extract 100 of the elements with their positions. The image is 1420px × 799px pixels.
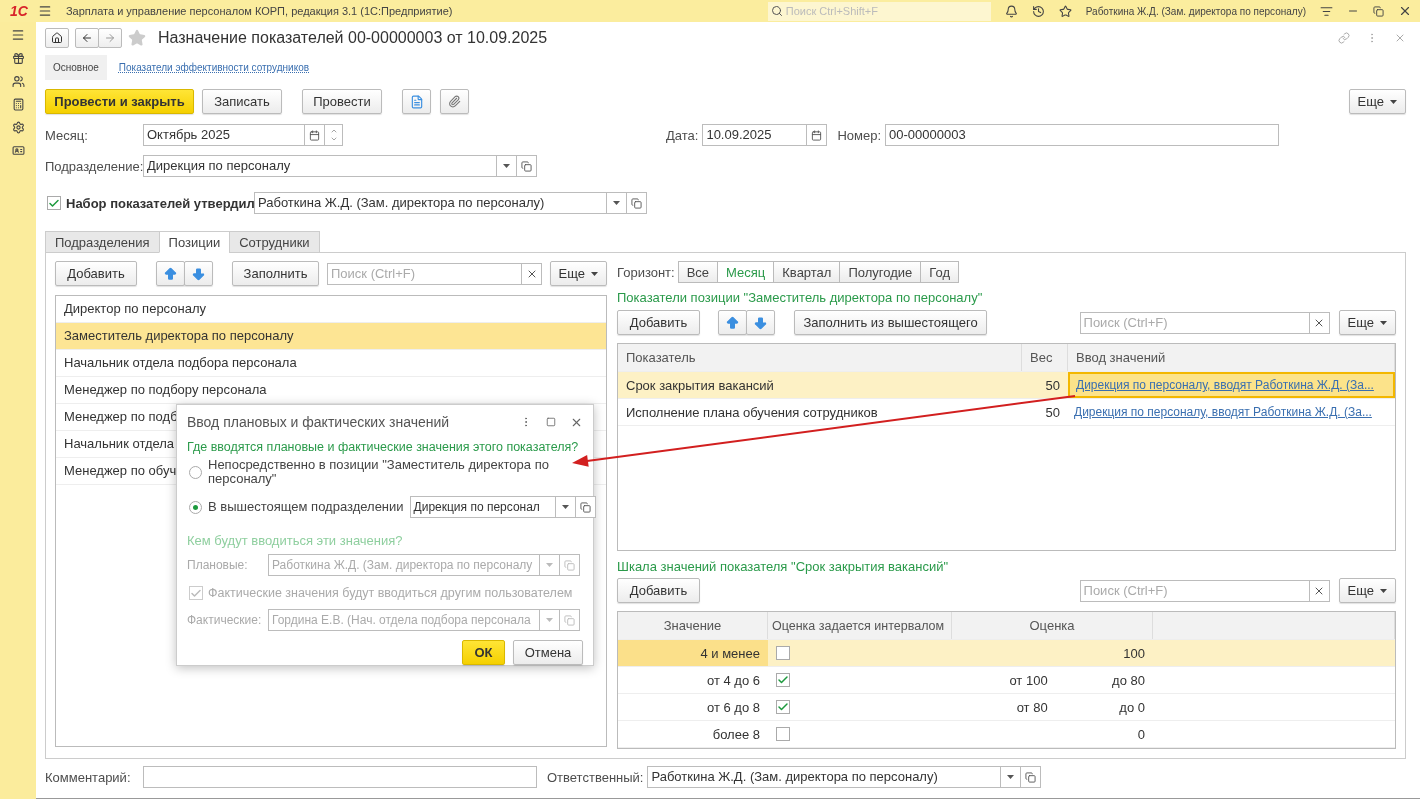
back-button[interactable] <box>75 28 99 48</box>
comment-field[interactable] <box>143 766 537 788</box>
cancel-button[interactable]: Отмена <box>513 640 583 665</box>
section-link[interactable]: Показатели эффективности сотрудников <box>110 55 317 80</box>
command-button[interactable]: Провести <box>302 89 382 114</box>
menu-icon[interactable] <box>37 4 52 18</box>
move-up-button[interactable] <box>156 261 185 286</box>
open-button[interactable] <box>560 609 580 631</box>
gift-icon[interactable] <box>11 52 25 65</box>
bell-icon[interactable] <box>1004 4 1018 18</box>
dropdown-button[interactable] <box>607 192 627 214</box>
date-field[interactable]: 10.09.2025 <box>702 124 808 146</box>
more-button[interactable]: Еще <box>1348 89 1406 114</box>
dropdown-caret-icon <box>503 164 510 168</box>
link-icon[interactable] <box>1338 32 1350 44</box>
users-icon[interactable] <box>11 75 25 88</box>
department-field[interactable]: Дирекция по персоналу <box>143 155 497 177</box>
maximize-icon[interactable] <box>546 417 556 427</box>
checkbox-label: Набор показателей утвердил <box>66 195 254 211</box>
approver-field[interactable]: Работкина Ж.Д. (Зам. директора по персоналу) <box>254 192 607 214</box>
calculator-icon[interactable] <box>11 98 25 111</box>
table-cell[interactable]: Дирекция по персоналу, вводят Работкина Ж.Д. (За... <box>1068 372 1395 398</box>
table-cell-text: от 80 до 0 <box>1015 698 1146 717</box>
forward-button[interactable] <box>98 28 122 48</box>
dropdown-button[interactable] <box>1001 766 1022 788</box>
list-item[interactable]: Заместитель директора по персоналу <box>56 323 606 350</box>
horizon-option[interactable]: Все <box>677 261 719 283</box>
calendar-button[interactable] <box>807 124 828 146</box>
value-input-link[interactable]: Дирекция по персоналу, вводят Работкина Ж.Д. (За... <box>1076 378 1374 392</box>
horizon-option[interactable]: Квартал <box>773 261 841 283</box>
field-label: Фактические: <box>187 613 263 627</box>
number-field[interactable]: 00-00000003 <box>885 124 1280 146</box>
checkbox-label: Фактические значения будут вводиться другим пользователем <box>208 586 573 600</box>
dropdown-caret-icon <box>561 505 569 509</box>
tab[interactable]: Сотрудники <box>229 231 320 253</box>
radio-button[interactable] <box>189 465 202 479</box>
section-link[interactable]: Основное <box>45 55 107 80</box>
checkbox[interactable] <box>776 727 790 741</box>
open-button[interactable] <box>560 554 580 576</box>
ok-button[interactable]: ОК <box>462 640 505 665</box>
table-cell-text: более 8 <box>711 725 761 744</box>
add-button[interactable]: Добавить <box>55 261 137 286</box>
command-button[interactable]: Провести и закрыть <box>45 89 194 114</box>
command-button[interactable]: Записать <box>202 89 282 114</box>
value-input-link[interactable]: Дирекция по персоналу, вводят Работкина Ж.Д. (За... <box>1074 405 1372 419</box>
report-button[interactable] <box>402 89 431 114</box>
radio-label: В вышестоящем подразделении <box>208 500 404 514</box>
open-button[interactable] <box>627 192 647 214</box>
star-icon[interactable] <box>1058 4 1072 18</box>
department-field[interactable]: Дирекция по персонал <box>409 496 556 518</box>
open-button[interactable] <box>1021 766 1042 788</box>
calendar-button[interactable] <box>305 124 325 146</box>
user-name[interactable]: Работкина Ж.Д. (Зам. директора по персоналу) <box>1085 5 1306 17</box>
checkbox[interactable] <box>47 196 61 210</box>
fill-button[interactable]: Заполнить из вышестоящего <box>794 310 987 335</box>
open-button[interactable] <box>575 496 596 518</box>
clear-button[interactable] <box>1309 311 1330 334</box>
radio-button[interactable] <box>189 500 202 514</box>
clear-button[interactable] <box>522 262 542 285</box>
more-button[interactable]: Еще <box>1338 310 1396 335</box>
question-text: Кем будут вводиться эти значения? <box>187 533 403 549</box>
dropdown-button[interactable] <box>555 496 576 518</box>
checkbox[interactable] <box>776 700 790 714</box>
add-button[interactable]: Добавить <box>617 578 700 603</box>
horizon-option[interactable]: Год <box>920 261 959 283</box>
dropdown-button[interactable] <box>497 155 517 177</box>
add-button[interactable]: Добавить <box>617 310 700 335</box>
more-button[interactable]: Еще <box>549 261 607 286</box>
horizon-option[interactable]: Месяц <box>717 261 775 283</box>
tab[interactable]: Позиции <box>158 231 231 253</box>
filter-icon[interactable] <box>1320 4 1333 18</box>
responsible-field[interactable]: Работкина Ж.Д. (Зам. директора по персоналу) <box>647 766 1002 788</box>
field-label: Месяц: <box>45 127 89 143</box>
close-icon[interactable] <box>1398 4 1412 18</box>
column-header: Оценка <box>952 612 1153 639</box>
horizon-option[interactable]: Полугодие <box>839 261 922 283</box>
more-button[interactable]: Еще <box>1338 578 1396 603</box>
caret-icon <box>1390 99 1397 104</box>
menu-icon[interactable] <box>11 28 25 42</box>
clear-button[interactable] <box>1309 579 1330 602</box>
move-up-button[interactable] <box>718 310 747 335</box>
search-icon <box>770 5 783 17</box>
month-field[interactable]: Октябрь 2025 <box>143 124 305 146</box>
attach-button[interactable] <box>440 89 469 114</box>
caret-icon <box>1380 588 1387 593</box>
fill-button[interactable]: Заполнить <box>232 261 319 286</box>
table-cell[interactable]: Дирекция по персоналу, вводят Работкина Ж.Д. (За... <box>1068 399 1395 425</box>
restore-icon[interactable] <box>1373 5 1384 17</box>
history-icon[interactable] <box>1031 4 1045 18</box>
move-down-button[interactable] <box>184 261 213 286</box>
tab[interactable]: Подразделения <box>45 231 160 253</box>
document-icon <box>409 94 424 109</box>
open-button[interactable] <box>517 155 537 177</box>
checkbox[interactable] <box>776 673 790 687</box>
radio-label: Непосредственно в позиции "Заместитель директора по персоналу" <box>208 458 550 486</box>
checkbox[interactable] <box>776 646 790 660</box>
home-button[interactable] <box>45 28 69 48</box>
id-card-icon[interactable] <box>11 144 25 157</box>
move-down-button[interactable] <box>746 310 775 335</box>
settings-icon[interactable] <box>11 121 25 134</box>
